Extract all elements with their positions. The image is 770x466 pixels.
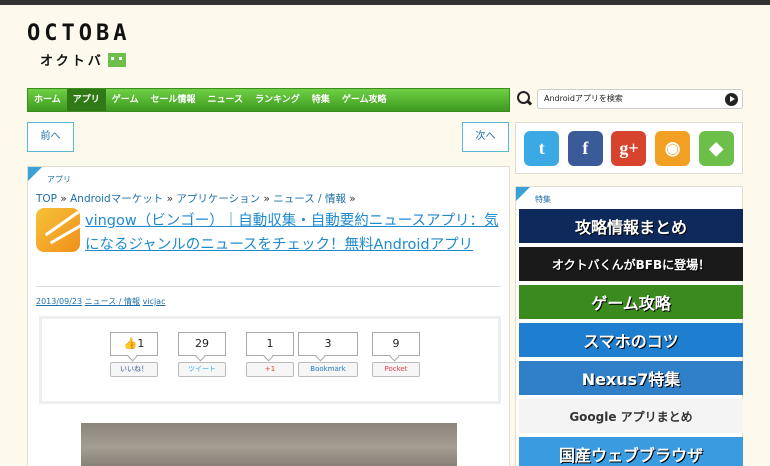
- top-bar: [0, 0, 770, 5]
- author-link[interactable]: vicjac: [143, 297, 166, 306]
- mascot-icon: [107, 53, 126, 67]
- feature-banner-5[interactable]: Google アプリまとめ: [519, 399, 743, 433]
- nav-item-6[interactable]: 特集: [306, 89, 336, 111]
- nav-item-7[interactable]: ゲーム攻略: [336, 89, 393, 111]
- rss-icon[interactable]: ◉: [655, 130, 691, 166]
- article-card: アプリ TOP » Androidマーケット » アプリケーション » ニュース…: [27, 166, 510, 466]
- category-label[interactable]: アプリ: [47, 174, 71, 185]
- feature-banner-3[interactable]: スマホのコツ: [519, 323, 743, 357]
- social-follow-bar: t f g+ ◉ ◆: [515, 122, 743, 174]
- feedly-icon[interactable]: ◆: [698, 130, 734, 166]
- nav-item-3[interactable]: セール情報: [144, 89, 201, 111]
- divider: [36, 286, 501, 287]
- share-hatena-bookmark: 3 Bookmark: [298, 332, 358, 377]
- share-count: 29: [178, 332, 226, 356]
- nav-item-2[interactable]: ゲーム: [106, 89, 145, 111]
- app-icon: [36, 208, 80, 252]
- twitter-icon[interactable]: t: [524, 130, 560, 166]
- breadcrumb-news[interactable]: ニュース / 情報: [273, 193, 346, 205]
- share-count: 1: [246, 332, 294, 356]
- share-count: 9: [372, 332, 420, 356]
- prev-button[interactable]: 前へ: [27, 122, 74, 152]
- main-nav: ホーム アプリ ゲーム セール情報 ニュース ランキング 特集 ゲーム攻略: [27, 88, 510, 112]
- article-meta: 2013/09/23 ニュース / 情報 vicjac: [36, 296, 165, 307]
- share-facebook-like: 👍1 いいね！: [110, 332, 158, 377]
- logo-subtitle: オクトバ: [40, 50, 126, 69]
- share-count: 👍1: [110, 332, 158, 356]
- search-bar: Androidアプリを検索: [515, 88, 743, 110]
- post-date[interactable]: 2013/09/23: [36, 297, 82, 306]
- share-googleplus: 1 +1: [246, 332, 294, 377]
- hatena-bookmark-button[interactable]: Bookmark: [298, 362, 358, 377]
- search-submit-icon[interactable]: [725, 93, 738, 106]
- pocket-button[interactable]: Pocket: [372, 362, 420, 377]
- article-title[interactable]: vingow（ビンゴー）｜自動収集・自動要約ニュースアプリ：気になるジャンルのニ…: [85, 209, 505, 257]
- breadcrumb-top[interactable]: TOP: [36, 193, 57, 205]
- site-logo[interactable]: OCTOBA オクトバ: [27, 21, 131, 70]
- share-twitter: 29 ツイート: [178, 332, 226, 377]
- feature-banner-2[interactable]: ゲーム攻略: [519, 285, 743, 319]
- nav-item-5[interactable]: ランキング: [249, 89, 306, 111]
- sidebar-label: 特集: [535, 195, 551, 204]
- next-button[interactable]: 次へ: [462, 122, 509, 152]
- facebook-icon[interactable]: f: [567, 130, 603, 166]
- nav-item-1[interactable]: アプリ: [66, 89, 106, 111]
- breadcrumb-android-market[interactable]: Androidマーケット: [70, 193, 163, 205]
- share-pocket: 9 Pocket: [372, 332, 420, 377]
- search-icon[interactable]: [515, 90, 533, 108]
- meta-category-link[interactable]: ニュース / 情報: [85, 297, 140, 306]
- feature-sidebar: 特集 攻略情報まとめ オクトバくんがBFBに登場！ ゲーム攻略スマホのコツ Nexus…: [515, 186, 743, 466]
- logo-text: OCTOBA: [27, 21, 131, 46]
- feature-banner-4[interactable]: Nexus7特集: [519, 361, 743, 395]
- search-input[interactable]: Androidアプリを検索: [537, 89, 743, 109]
- category-corner: [28, 167, 42, 181]
- share-box: 👍1 いいね！ 29 ツイート 1 +1 3 Bookmark 9 Pocket: [39, 316, 501, 404]
- feature-banner-1[interactable]: オクトバくんがBFBに登場！: [519, 247, 743, 281]
- sidebar-corner: [516, 187, 530, 201]
- twitter-button[interactable]: ツイート: [178, 362, 226, 377]
- article-image: [81, 423, 457, 466]
- facebook-like-button[interactable]: いいね！: [110, 362, 158, 377]
- nav-item-4[interactable]: ニュース: [202, 89, 250, 111]
- breadcrumb: TOP » Androidマーケット » アプリケーション » ニュース / 情…: [36, 193, 356, 205]
- feature-banner-6[interactable]: 国産ウェブブラウザ: [519, 437, 743, 466]
- googleplus-button[interactable]: +1: [246, 362, 294, 377]
- googleplus-icon[interactable]: g+: [611, 130, 647, 166]
- feature-banner-0[interactable]: 攻略情報まとめ: [519, 209, 743, 243]
- nav-item-0[interactable]: ホーム: [28, 89, 67, 111]
- share-count: 3: [298, 332, 358, 356]
- breadcrumb-applications[interactable]: アプリケーション: [176, 193, 260, 205]
